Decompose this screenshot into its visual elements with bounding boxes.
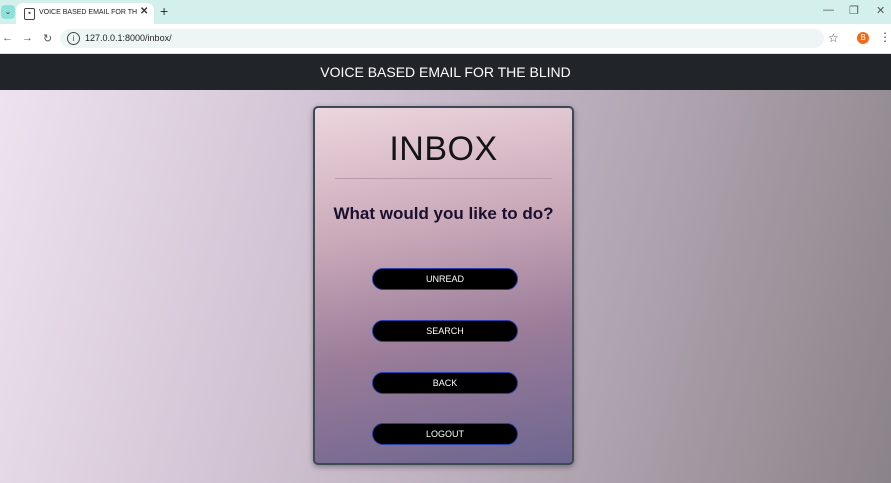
inbox-title: INBOX: [389, 130, 498, 168]
tab-search-icon[interactable]: ⌄: [1, 5, 15, 19]
profile-avatar[interactable]: B: [857, 32, 869, 44]
logout-button[interactable]: LOGOUT: [372, 423, 518, 445]
new-tab-icon[interactable]: +: [160, 3, 168, 19]
page-background: INBOX What would you like to do? UNREAD …: [0, 90, 891, 483]
bookmark-star-icon[interactable]: ☆: [828, 31, 839, 45]
minimize-icon[interactable]: —: [823, 4, 834, 16]
back-button[interactable]: BACK: [372, 372, 518, 394]
forward-arrow-icon[interactable]: →: [22, 32, 33, 44]
browser-toolbar: ← → ↻ i 127.0.0.1:8000/inbox/ ☆ B ⋮: [0, 24, 891, 54]
address-bar[interactable]: i 127.0.0.1:8000/inbox/: [60, 29, 824, 48]
close-window-icon[interactable]: ✕: [876, 4, 885, 17]
browser-tab[interactable]: ▪ VOICE BASED EMAIL FOR THE B ✕: [16, 3, 154, 24]
close-tab-icon[interactable]: ✕: [140, 6, 148, 17]
site-info-icon[interactable]: i: [67, 32, 80, 45]
tab-title: VOICE BASED EMAIL FOR THE B: [39, 9, 137, 16]
restore-icon[interactable]: ❐: [849, 4, 859, 17]
action-prompt: What would you like to do?: [333, 204, 554, 223]
app-header: VOICE BASED EMAIL FOR THE BLIND: [0, 54, 891, 90]
back-arrow-icon[interactable]: ←: [2, 32, 13, 44]
browser-tab-strip: ⌄ ▪ VOICE BASED EMAIL FOR THE B ✕ + — ❐ …: [0, 0, 891, 24]
inbox-card: INBOX What would you like to do? UNREAD …: [313, 106, 574, 465]
reload-icon[interactable]: ↻: [43, 32, 52, 45]
search-button[interactable]: SEARCH: [372, 320, 518, 342]
unread-button[interactable]: UNREAD: [372, 268, 518, 290]
app-title: VOICE BASED EMAIL FOR THE BLIND: [320, 64, 571, 80]
url-text[interactable]: 127.0.0.1:8000/inbox/: [85, 33, 172, 43]
favicon-icon: ▪: [24, 8, 35, 20]
divider: [335, 178, 552, 179]
more-menu-icon[interactable]: ⋮: [879, 30, 891, 44]
